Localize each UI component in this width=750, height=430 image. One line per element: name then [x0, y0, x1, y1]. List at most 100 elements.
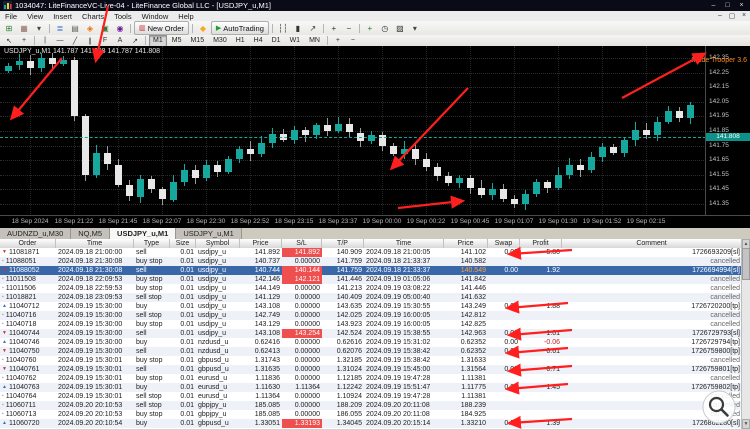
history-row[interactable]: ▪ 11040764 2024.09.19 15:30:01 sell stop 0.0…: [0, 392, 742, 401]
horizontal-line-icon[interactable]: —: [53, 36, 67, 46]
column-header-size[interactable]: Size: [170, 239, 196, 248]
history-row[interactable]: ▼ 11088052 2024.09.18 21:30:08 sell 0.01 usdj…: [0, 266, 742, 275]
menu-charts[interactable]: Charts: [77, 11, 109, 21]
zoom-in-icon[interactable]: +: [331, 36, 345, 46]
timeframe-m1[interactable]: M1: [149, 34, 167, 47]
history-row[interactable]: ▲ 11040712 2024.09.19 15:30:00 buy 0.01 usdjp…: [0, 302, 742, 311]
menu-help[interactable]: Help: [173, 11, 198, 21]
templates-icon[interactable]: ▨: [393, 22, 407, 34]
cell-type: sell stop: [136, 402, 162, 409]
chart-tab-nq-m5[interactable]: NQ,M5: [71, 228, 111, 239]
history-row[interactable]: ▼ 11040744 2024.09.19 15:30:00 sell 0.01 usdj…: [0, 329, 742, 338]
zoom-out-icon[interactable]: −: [342, 22, 356, 34]
column-header-close_price[interactable]: Price: [444, 239, 488, 248]
close-button[interactable]: ×: [736, 1, 747, 11]
data-window-icon[interactable]: ▤: [68, 22, 82, 34]
vertical-line-icon[interactable]: |: [38, 36, 52, 46]
timeframe-m15[interactable]: M15: [186, 35, 208, 47]
history-row[interactable]: ▼ 11040750 2024.09.19 15:30:00 sell 0.01 nzdu…: [0, 347, 742, 356]
chart-close-button[interactable]: ×: [738, 12, 750, 20]
chart-tab-usdjpy-u-m1[interactable]: USDJPY_u,M1: [176, 228, 242, 239]
history-row[interactable]: ▲ 11060720 2024.09.20 20:10:54 buy 0.01 gbpus…: [0, 419, 742, 428]
timeframe-h1[interactable]: H1: [232, 35, 249, 47]
table-scrollbar[interactable]: ▲ ▼: [741, 239, 750, 429]
column-header-open_time[interactable]: Time: [56, 239, 134, 248]
line-chart-icon[interactable]: ↗: [306, 22, 320, 34]
chevron-down-icon[interactable]: ▾: [32, 22, 46, 34]
scrollbar-thumb[interactable]: [742, 248, 750, 280]
profiles-icon[interactable]: ▦: [17, 22, 31, 34]
history-row[interactable]: ▪ 11018821 2024.09.18 23:09:53 sell stop 0.0…: [0, 293, 742, 302]
column-header-sl[interactable]: S/L: [282, 239, 322, 248]
toolbar-separator: [130, 23, 131, 33]
timeframe-w1[interactable]: W1: [286, 35, 305, 47]
history-row[interactable]: ▪ 11040760 2024.09.19 15:30:01 buy stop 0.01…: [0, 356, 742, 365]
zoom-in-icon[interactable]: +: [327, 22, 341, 34]
column-header-order[interactable]: Order: [0, 239, 56, 248]
timeframe-m5[interactable]: M5: [168, 35, 186, 47]
history-row[interactable]: ▪ 11060713 2024.09.20 20:10:53 buy stop 0.01…: [0, 410, 742, 419]
timeframe-mn[interactable]: MN: [305, 35, 324, 47]
maximize-button[interactable]: □: [722, 1, 733, 11]
history-row[interactable]: ▪ 11088051 2024.09.18 21:30:08 buy stop 0.01…: [0, 257, 742, 266]
column-header-swap[interactable]: Swap: [488, 239, 520, 248]
column-header-type[interactable]: Type: [134, 239, 170, 248]
history-row[interactable]: ▼ 11081871 2024.09.18 21:00:00 sell 0.01 usdj…: [0, 248, 742, 257]
crosshair-icon[interactable]: +: [17, 36, 31, 46]
column-header-tp[interactable]: T/P: [322, 239, 364, 248]
zoom-out-icon[interactable]: −: [346, 36, 360, 46]
cell-type: sell stop: [136, 294, 162, 301]
strategy-tester-icon[interactable]: ◉: [113, 22, 127, 34]
history-row[interactable]: ▪ 11040762 2024.09.19 15:30:01 buy stop 0.01…: [0, 374, 742, 383]
menu-tools[interactable]: Tools: [109, 11, 137, 21]
column-header-close_time[interactable]: Time: [364, 239, 444, 248]
fibonacci-icon[interactable]: F: [98, 36, 112, 46]
history-row[interactable]: ▲ 11040763 2024.09.19 15:30:01 buy 0.01 eurus…: [0, 383, 742, 392]
chart-tab-usdjpy-u-m1[interactable]: USDJPY_u,M1: [110, 228, 177, 239]
cursor-icon[interactable]: ↖: [2, 36, 16, 46]
text-icon[interactable]: A: [113, 36, 127, 46]
terminal-icon[interactable]: ▣: [98, 22, 112, 34]
new-order-button[interactable]: ▥ New Order: [134, 21, 189, 35]
timeframe-h4[interactable]: H4: [250, 35, 267, 47]
menu-insert[interactable]: Insert: [48, 11, 77, 21]
scroll-down-icon[interactable]: ▼: [742, 419, 750, 429]
menu-window[interactable]: Window: [137, 11, 174, 21]
minimize-button[interactable]: –: [708, 1, 719, 11]
arrows-icon[interactable]: ↗: [128, 36, 142, 46]
history-row[interactable]: ▪ 11040718 2024.09.19 15:30:00 buy stop 0.01…: [0, 320, 742, 329]
history-row[interactable]: ▼ 11040761 2024.09.19 15:30:01 sell 0.01 gbpu…: [0, 365, 742, 374]
timeframe-m30[interactable]: M30: [209, 35, 231, 47]
cell-comment: cancelled: [710, 375, 740, 382]
history-row[interactable]: ▪ 11060711 2024.09.20 20:10:53 sell stop 0.0…: [0, 401, 742, 410]
zoom-overlay-button[interactable]: [701, 389, 737, 425]
chart-tab-audnzd-u-m30[interactable]: AUDNZD_u,M30: [0, 228, 72, 239]
chevron-down-icon[interactable]: ▾: [408, 22, 422, 34]
menu-file[interactable]: File: [0, 11, 22, 21]
column-header-price[interactable]: Price: [240, 239, 282, 248]
indicators-icon[interactable]: +: [363, 22, 377, 34]
chart-minimize-button[interactable]: –: [714, 12, 726, 20]
chart-plot[interactable]: [0, 46, 706, 216]
history-row[interactable]: ▪ 11040716 2024.09.19 15:30:00 sell stop 0.0…: [0, 311, 742, 320]
channel-icon[interactable]: ∥: [83, 36, 97, 46]
column-header-symbol[interactable]: Symbol: [196, 239, 240, 248]
history-row[interactable]: ▪ 11011508 2024.09.18 22:09:53 buy stop 0.01…: [0, 275, 742, 284]
history-row[interactable]: ▪ 11011506 2024.09.18 22:59:53 buy stop 0.01…: [0, 284, 742, 293]
market-watch-icon[interactable]: ≣: [53, 22, 67, 34]
candlestick-chart-icon[interactable]: ▮: [291, 22, 305, 34]
bar-chart-icon[interactable]: ┆┆: [276, 22, 290, 34]
column-header-comment[interactable]: Comment: [562, 239, 742, 248]
column-header-profit[interactable]: Profit: [520, 239, 562, 248]
periods-icon[interactable]: ◷: [378, 22, 392, 34]
new-chart-icon[interactable]: ⊞: [2, 22, 16, 34]
history-row[interactable]: ▲ 11040746 2024.09.19 15:30:00 buy 0.01 nzdus…: [0, 338, 742, 347]
chart-area[interactable]: 142.35 142.25 142.15 142.05 141.95 141.85 141.…: [0, 46, 750, 228]
autotrading-button[interactable]: ▶ AutoTrading: [210, 21, 269, 35]
menu-view[interactable]: View: [22, 11, 48, 21]
chart-restore-button[interactable]: ▢: [726, 12, 738, 20]
metaeditor-icon[interactable]: ◆: [196, 22, 210, 34]
trendline-icon[interactable]: ╱: [68, 36, 82, 46]
timeframe-d1[interactable]: D1: [268, 35, 285, 47]
navigator-icon[interactable]: ◈: [83, 22, 97, 34]
